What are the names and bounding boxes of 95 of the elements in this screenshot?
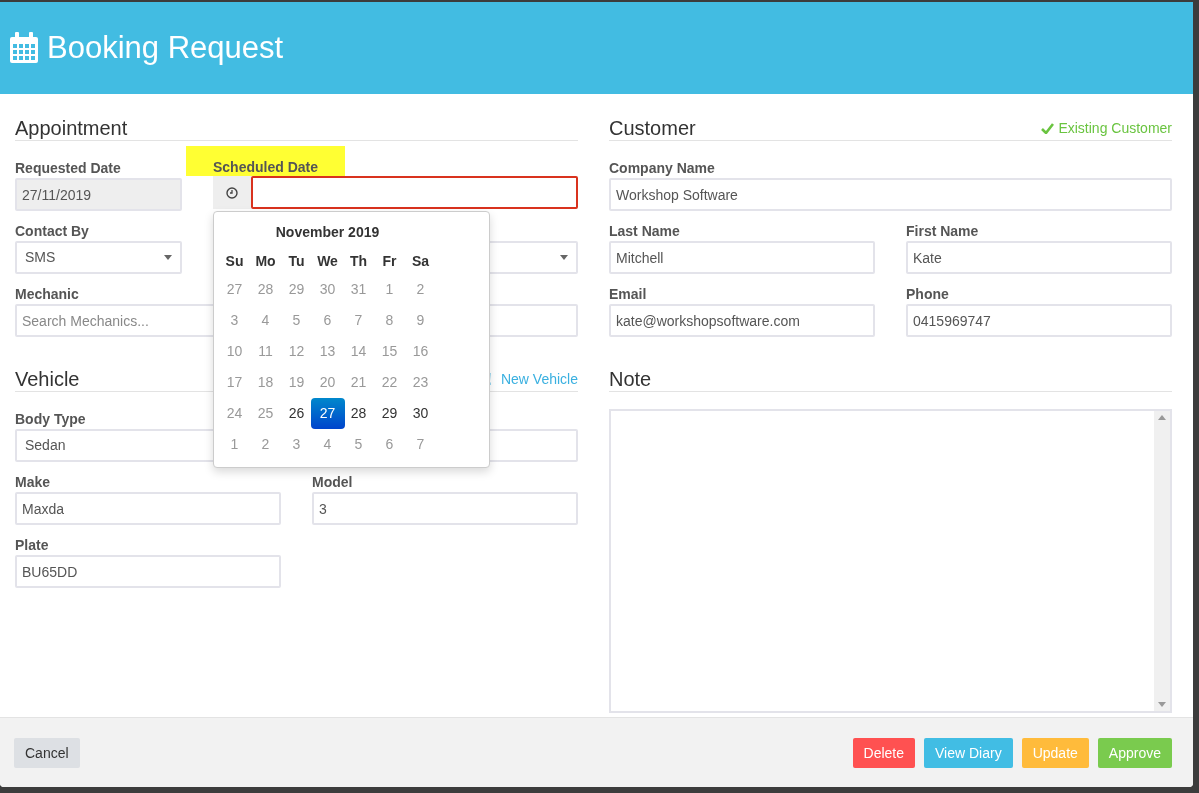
section-heading: Vehicle <box>15 367 80 391</box>
field-label: First Name <box>906 222 979 241</box>
day-cell[interactable]: 11 <box>250 336 281 367</box>
weekday-label: Tu <box>287 252 306 271</box>
day-cell[interactable]: 18 <box>250 367 281 398</box>
day-cell[interactable]: 25 <box>250 398 281 429</box>
calendar-toggle-button[interactable] <box>213 176 251 209</box>
day-cell[interactable]: 7 <box>405 429 436 460</box>
day-cell[interactable]: 30 <box>405 398 436 429</box>
field-label: Make <box>15 473 51 492</box>
day-cell[interactable]: 17 <box>219 367 250 398</box>
field-label: Model <box>312 473 353 492</box>
calendar-icon <box>9 32 39 64</box>
day-cell[interactable]: 3 <box>281 429 312 460</box>
field-label: Last Name <box>609 222 680 241</box>
field-label: Body Type <box>15 410 86 429</box>
success-button[interactable]: Approve <box>1097 737 1172 768</box>
day-cell[interactable]: 5 <box>281 305 312 336</box>
caret-icon <box>164 255 172 260</box>
scroll-down-arrow-icon[interactable] <box>1158 702 1166 707</box>
clock-icon <box>226 186 238 199</box>
day-cell[interactable]: 4 <box>312 429 343 460</box>
day-cell[interactable]: 29 <box>374 398 405 429</box>
text-field[interactable]: Workshop Software <box>609 178 1172 211</box>
day-cell[interactable]: 6 <box>312 305 343 336</box>
section-heading: Customer <box>609 116 696 140</box>
day-cell[interactable]: 16 <box>405 336 436 367</box>
window-title: Booking Request <box>47 30 284 66</box>
day-cell[interactable]: 1 <box>219 429 250 460</box>
day-cell[interactable]: 31 <box>343 274 374 305</box>
weekday-label: Su <box>224 252 245 271</box>
day-cell[interactable]: 15 <box>374 336 405 367</box>
day-cell[interactable]: 8 <box>374 305 405 336</box>
day-cell[interactable]: 6 <box>374 429 405 460</box>
day-cell[interactable]: 28 <box>250 274 281 305</box>
text-field[interactable]: kate@workshopsoftware.com <box>609 304 875 337</box>
day-cell[interactable]: 27 <box>310 398 345 429</box>
section-heading: Appointment <box>15 116 128 140</box>
field-label: Scheduled Date <box>186 146 346 176</box>
field-label: Requested Date <box>15 159 121 178</box>
month-title[interactable]: November 2019 <box>219 218 436 248</box>
warning-button[interactable]: Update <box>1021 737 1089 768</box>
date-field[interactable] <box>251 176 578 209</box>
day-cell[interactable]: 20 <box>312 367 343 398</box>
day-cell[interactable]: 9 <box>405 305 436 336</box>
scroll-up-arrow-icon[interactable] <box>1158 415 1166 420</box>
check-icon <box>1041 122 1055 134</box>
weekday-label: Mo <box>254 252 277 271</box>
day-cell[interactable]: 12 <box>281 336 312 367</box>
field-label: Company Name <box>609 159 715 178</box>
day-cell[interactable]: 26 <box>281 398 312 429</box>
day-cell[interactable]: 7 <box>343 305 374 336</box>
text-field[interactable]: 0415969747 <box>906 304 1172 337</box>
caret-icon <box>560 255 568 260</box>
existing-customer-label: Existing Customer <box>1058 119 1172 138</box>
field-label: Phone <box>906 285 949 304</box>
scrollbar[interactable] <box>1154 411 1170 711</box>
day-cell[interactable]: 23 <box>405 367 436 398</box>
day-cell[interactable]: 21 <box>343 367 374 398</box>
note-field[interactable] <box>609 409 1172 713</box>
day-cell[interactable]: 19 <box>281 367 312 398</box>
text-field[interactable]: Mitchell <box>609 241 875 274</box>
day-cell[interactable]: 30 <box>312 274 343 305</box>
weekday-label: We <box>316 252 339 271</box>
day-cell[interactable]: 4 <box>250 305 281 336</box>
day-cell[interactable]: 5 <box>343 429 374 460</box>
weekday-label: Th <box>348 252 369 271</box>
day-cell[interactable]: 22 <box>374 367 405 398</box>
weekday-label: Sa <box>410 252 431 271</box>
day-cell[interactable]: 29 <box>281 274 312 305</box>
field-label: Contact By <box>15 222 89 241</box>
day-cell[interactable]: 2 <box>405 274 436 305</box>
new-vehicle-link[interactable]: New Vehicle <box>500 369 578 389</box>
day-cell[interactable]: 10 <box>219 336 250 367</box>
day-cell[interactable]: 1 <box>374 274 405 305</box>
text-field[interactable]: BU65DD <box>15 555 281 588</box>
text-field[interactable]: Kate <box>906 241 1172 274</box>
text-field[interactable]: 3 <box>312 492 578 525</box>
select-field[interactable]: SMS <box>15 241 182 274</box>
info-button[interactable]: View Diary <box>924 737 1013 768</box>
section-heading: Note <box>609 367 652 391</box>
cancel-button[interactable]: Cancel <box>14 737 80 768</box>
field-label: Email <box>609 285 647 304</box>
day-cell[interactable]: 13 <box>312 336 343 367</box>
day-cell[interactable]: 27 <box>219 274 250 305</box>
weekday-label: Fr <box>381 252 398 271</box>
field-label: Mechanic <box>15 285 79 304</box>
day-cell[interactable]: 3 <box>219 305 250 336</box>
day-cell[interactable]: 28 <box>343 398 374 429</box>
field-label: Plate <box>15 536 49 555</box>
day-cell[interactable]: 2 <box>250 429 281 460</box>
day-cell[interactable]: 14 <box>343 336 374 367</box>
day-cell[interactable]: 24 <box>219 398 250 429</box>
danger-button[interactable]: Delete <box>852 737 916 768</box>
text-field[interactable]: Maxda <box>15 492 281 525</box>
